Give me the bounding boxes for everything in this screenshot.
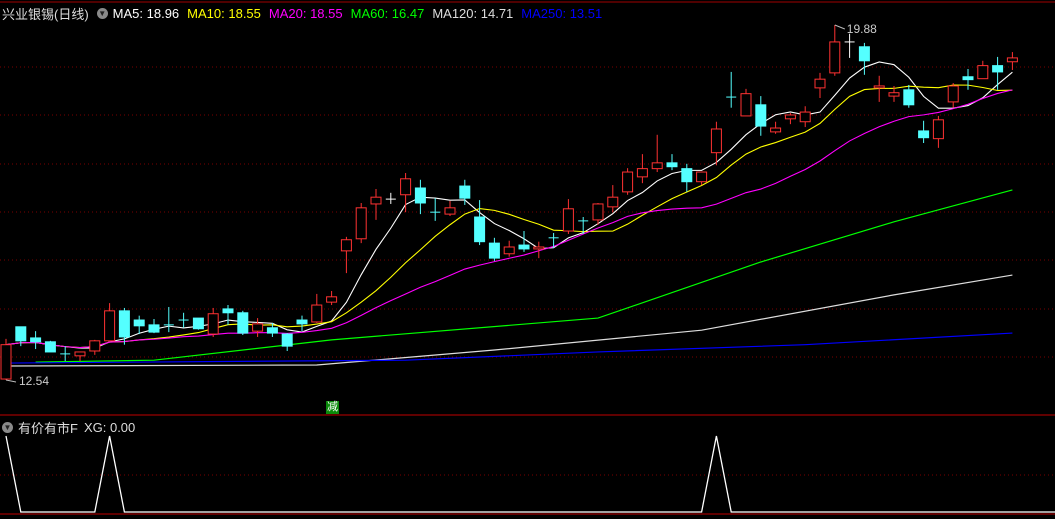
high-marker <box>834 24 845 30</box>
signal-badge: 减 <box>326 401 339 414</box>
ma120-label: MA120: 14.71 <box>432 6 514 21</box>
candle-body <box>636 168 648 178</box>
ma60-label: MA60: 16.47 <box>350 6 425 21</box>
xg-value: XG: 0.00 <box>83 420 136 435</box>
candle-body <box>977 65 989 80</box>
candle-body <box>44 341 56 353</box>
candle-body <box>104 310 116 342</box>
candle-body <box>992 65 1004 73</box>
candle-body <box>370 196 382 205</box>
candle-body <box>503 246 515 255</box>
xg-line <box>5 435 1055 513</box>
main-chart-header: 兴业银锡(日线) ▼ MA5: 18.96 MA10: 18.55 MA20: … <box>2 4 610 23</box>
candle-body <box>829 41 841 74</box>
candle-body <box>681 168 693 183</box>
indicator-name: 有价有市F <box>18 421 78 436</box>
candle-body <box>918 130 930 139</box>
candle-body <box>326 296 338 303</box>
candle-body <box>710 128 722 154</box>
candle-body <box>444 207 456 215</box>
candle-body <box>592 203 604 221</box>
candle-body <box>651 162 663 170</box>
candle-body <box>340 239 352 252</box>
ma10-label: MA10: 18.55 <box>187 6 261 21</box>
chevron-down-icon[interactable]: ▼ <box>2 422 13 433</box>
candle-body <box>784 114 796 120</box>
candle-body <box>1006 57 1018 63</box>
ma250-label: MA250: 13.51 <box>521 6 603 21</box>
candle-body <box>414 187 426 204</box>
candle-body <box>696 171 708 183</box>
candle-body <box>962 76 974 81</box>
ma120-line <box>5 274 1013 367</box>
candle-body <box>0 344 12 380</box>
candle-body <box>607 196 619 208</box>
candle-body <box>74 351 86 357</box>
candle-body <box>562 208 574 232</box>
candle-body <box>400 178 412 196</box>
candle-body <box>799 111 811 123</box>
candle-body <box>814 78 826 89</box>
candle-body <box>237 312 249 334</box>
candle-body <box>311 304 323 323</box>
indicator-header: ▼ 有价有市F XG: 0.00 <box>2 418 141 437</box>
candle-body <box>888 92 900 97</box>
candle-body <box>281 333 293 347</box>
candle-body <box>740 93 752 117</box>
candle-body <box>148 324 160 333</box>
candle-body <box>252 323 264 332</box>
candle-body <box>858 46 870 62</box>
candle-body <box>903 89 915 106</box>
candle-body <box>666 162 678 168</box>
candle-body <box>947 85 959 103</box>
candle-body <box>932 119 944 140</box>
candle-body <box>207 313 219 335</box>
ma20-label: MA20: 18.55 <box>268 6 343 21</box>
ma10-line <box>5 84 1013 349</box>
candle-body <box>222 308 234 314</box>
ma5-label: MA5: 18.96 <box>112 6 180 21</box>
candle-body <box>474 216 486 243</box>
chevron-down-icon[interactable]: ▼ <box>96 8 108 19</box>
candle-body <box>118 310 130 338</box>
stock-title: 兴业银锡(日线) <box>2 7 89 22</box>
candle-body <box>89 340 101 352</box>
candle-body <box>296 319 308 325</box>
high-price-label: 19.88 <box>847 22 877 36</box>
candle-body <box>266 327 278 334</box>
candle-body <box>355 207 367 240</box>
candle-body <box>622 171 634 193</box>
chart-canvas: 19.88 12.54 <box>0 1 1055 515</box>
candle-body <box>30 337 42 343</box>
candle-body <box>15 326 27 342</box>
candle-body <box>533 246 545 250</box>
ma5-line <box>5 61 1013 349</box>
candle-body <box>770 127 782 133</box>
candle-body <box>459 185 471 199</box>
candle-body <box>488 242 500 259</box>
low-marker <box>5 379 17 383</box>
candle-body <box>192 317 204 330</box>
low-price-label: 12.54 <box>19 374 49 388</box>
candle-body <box>518 244 530 250</box>
candle-body <box>873 85 885 89</box>
candle-body <box>755 104 767 127</box>
candle-body <box>133 319 145 327</box>
